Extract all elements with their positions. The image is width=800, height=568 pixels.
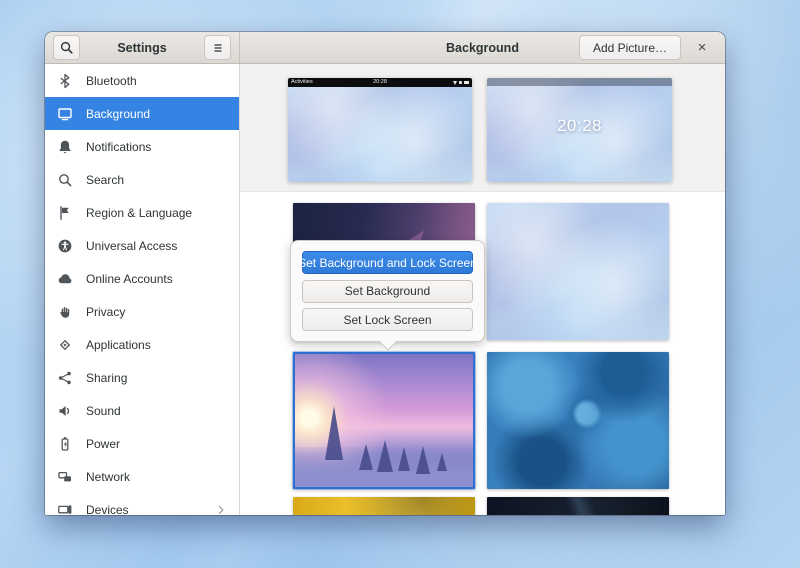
- accessibility-icon: [57, 238, 73, 254]
- menu-icon: [211, 41, 225, 55]
- headerbar-left: Settings: [45, 32, 240, 63]
- sidebar-item-online-accounts[interactable]: Online Accounts: [45, 262, 239, 295]
- sidebar-item-label: Sound: [86, 403, 121, 418]
- wallpaper-frost-blue[interactable]: [487, 203, 669, 340]
- set-lock-screen-button[interactable]: Set Lock Screen: [302, 308, 473, 331]
- cloud-icon: [57, 271, 73, 287]
- sidebar-item-label: Power: [86, 436, 121, 451]
- sidebar-item-label: Privacy: [86, 304, 126, 319]
- tree-silhouette: [398, 447, 411, 472]
- set-background-popover: Set Background and Lock Screen Set Backgr…: [290, 240, 485, 342]
- sidebar-item-privacy[interactable]: Privacy: [45, 295, 239, 328]
- close-icon: ×: [697, 39, 707, 56]
- tree-silhouette: [376, 440, 393, 473]
- search-icon: [59, 40, 74, 55]
- add-picture-button[interactable]: Add Picture…: [578, 35, 681, 60]
- bluetooth-icon: [57, 73, 73, 89]
- sidebar-item-label: Devices: [86, 502, 129, 516]
- wallpaper-blue-spirals[interactable]: [487, 352, 669, 489]
- lock-clock: 20:28: [556, 116, 603, 136]
- display-icon: [57, 106, 73, 122]
- menu-button[interactable]: [204, 35, 231, 60]
- tree-silhouette: [325, 406, 344, 461]
- settings-window: Settings Background Add Picture… × Bluet…: [45, 32, 725, 515]
- sidebar-item-label: Network: [86, 469, 131, 484]
- sidebar-item-label: Region & Language: [86, 205, 193, 220]
- lock-top-band: [487, 78, 672, 86]
- tree-silhouette: [359, 443, 374, 470]
- sidebar-item-devices[interactable]: Devices: [45, 493, 239, 515]
- tree-silhouette: [437, 453, 448, 472]
- volume-icon: [458, 80, 462, 85]
- chevron-right-icon: [215, 504, 227, 516]
- network-icon: [452, 80, 457, 85]
- tree-silhouette: [416, 445, 431, 474]
- speaker-icon: [57, 403, 73, 419]
- battery-icon: [464, 81, 469, 84]
- current-background-preview: Activities 20:28 20:28: [240, 64, 725, 192]
- battery-icon: [57, 436, 73, 452]
- set-background-and-lock-screen-button[interactable]: Set Background and Lock Screen: [298, 251, 477, 274]
- sidebar-item-label: Online Accounts: [86, 271, 173, 286]
- sidebar-item-label: Notifications: [86, 139, 152, 154]
- sidebar-item-sound[interactable]: Sound: [45, 394, 239, 427]
- search-button[interactable]: [53, 35, 80, 60]
- sidebar-item-label: Sharing: [86, 370, 128, 385]
- headerbar: Settings Background Add Picture… ×: [45, 32, 725, 64]
- share-icon: [57, 370, 73, 386]
- mini-status-area: [452, 80, 469, 85]
- sidebar-item-label: Search: [86, 172, 125, 187]
- wallpaper-winter-sunset[interactable]: [293, 352, 475, 489]
- mini-clock: 20:28: [373, 79, 387, 85]
- sidebar-item-label: Bluetooth: [86, 73, 137, 88]
- sidebar: Bluetooth Background Notifications Search Re…: [45, 64, 240, 515]
- sidebar-item-region-language[interactable]: Region & Language: [45, 196, 239, 229]
- window-body: Bluetooth Background Notifications Search Re…: [45, 64, 725, 515]
- sidebar-item-power[interactable]: Power: [45, 427, 239, 460]
- sidebar-item-sharing[interactable]: Sharing: [45, 361, 239, 394]
- wallpaper-dark-navy[interactable]: [487, 497, 669, 515]
- sidebar-item-bluetooth[interactable]: Bluetooth: [45, 64, 239, 97]
- sidebar-item-search[interactable]: Search: [45, 163, 239, 196]
- sidebar-item-background[interactable]: Background: [45, 97, 239, 130]
- close-button[interactable]: ×: [689, 35, 715, 61]
- sidebar-item-label: Universal Access: [86, 238, 178, 253]
- applications-icon: [57, 337, 73, 353]
- devices-icon: [57, 502, 73, 516]
- lock-screen-preview: 20:28: [487, 78, 672, 182]
- sidebar-item-universal-access[interactable]: Universal Access: [45, 229, 239, 262]
- set-background-button[interactable]: Set Background: [302, 279, 473, 303]
- hand-icon: [57, 304, 73, 320]
- sidebar-item-notifications[interactable]: Notifications: [45, 130, 239, 163]
- sidebar-item-label: Applications: [86, 337, 151, 352]
- sidebar-item-applications[interactable]: Applications: [45, 328, 239, 361]
- background-panel: Activities 20:28 20:28 Set Background an…: [240, 64, 725, 515]
- desktop-preview: Activities 20:28: [288, 78, 472, 182]
- search-icon: [57, 172, 73, 188]
- headerbar-right: Background Add Picture… ×: [240, 32, 725, 63]
- wallpaper-golden-field[interactable]: [293, 497, 475, 515]
- sidebar-item-network[interactable]: Network: [45, 460, 239, 493]
- bell-icon: [57, 139, 73, 155]
- flag-icon: [57, 205, 73, 221]
- sidebar-item-label: Background: [86, 106, 151, 121]
- network-icon: [57, 469, 73, 485]
- mini-topbar: Activities 20:28: [288, 78, 472, 87]
